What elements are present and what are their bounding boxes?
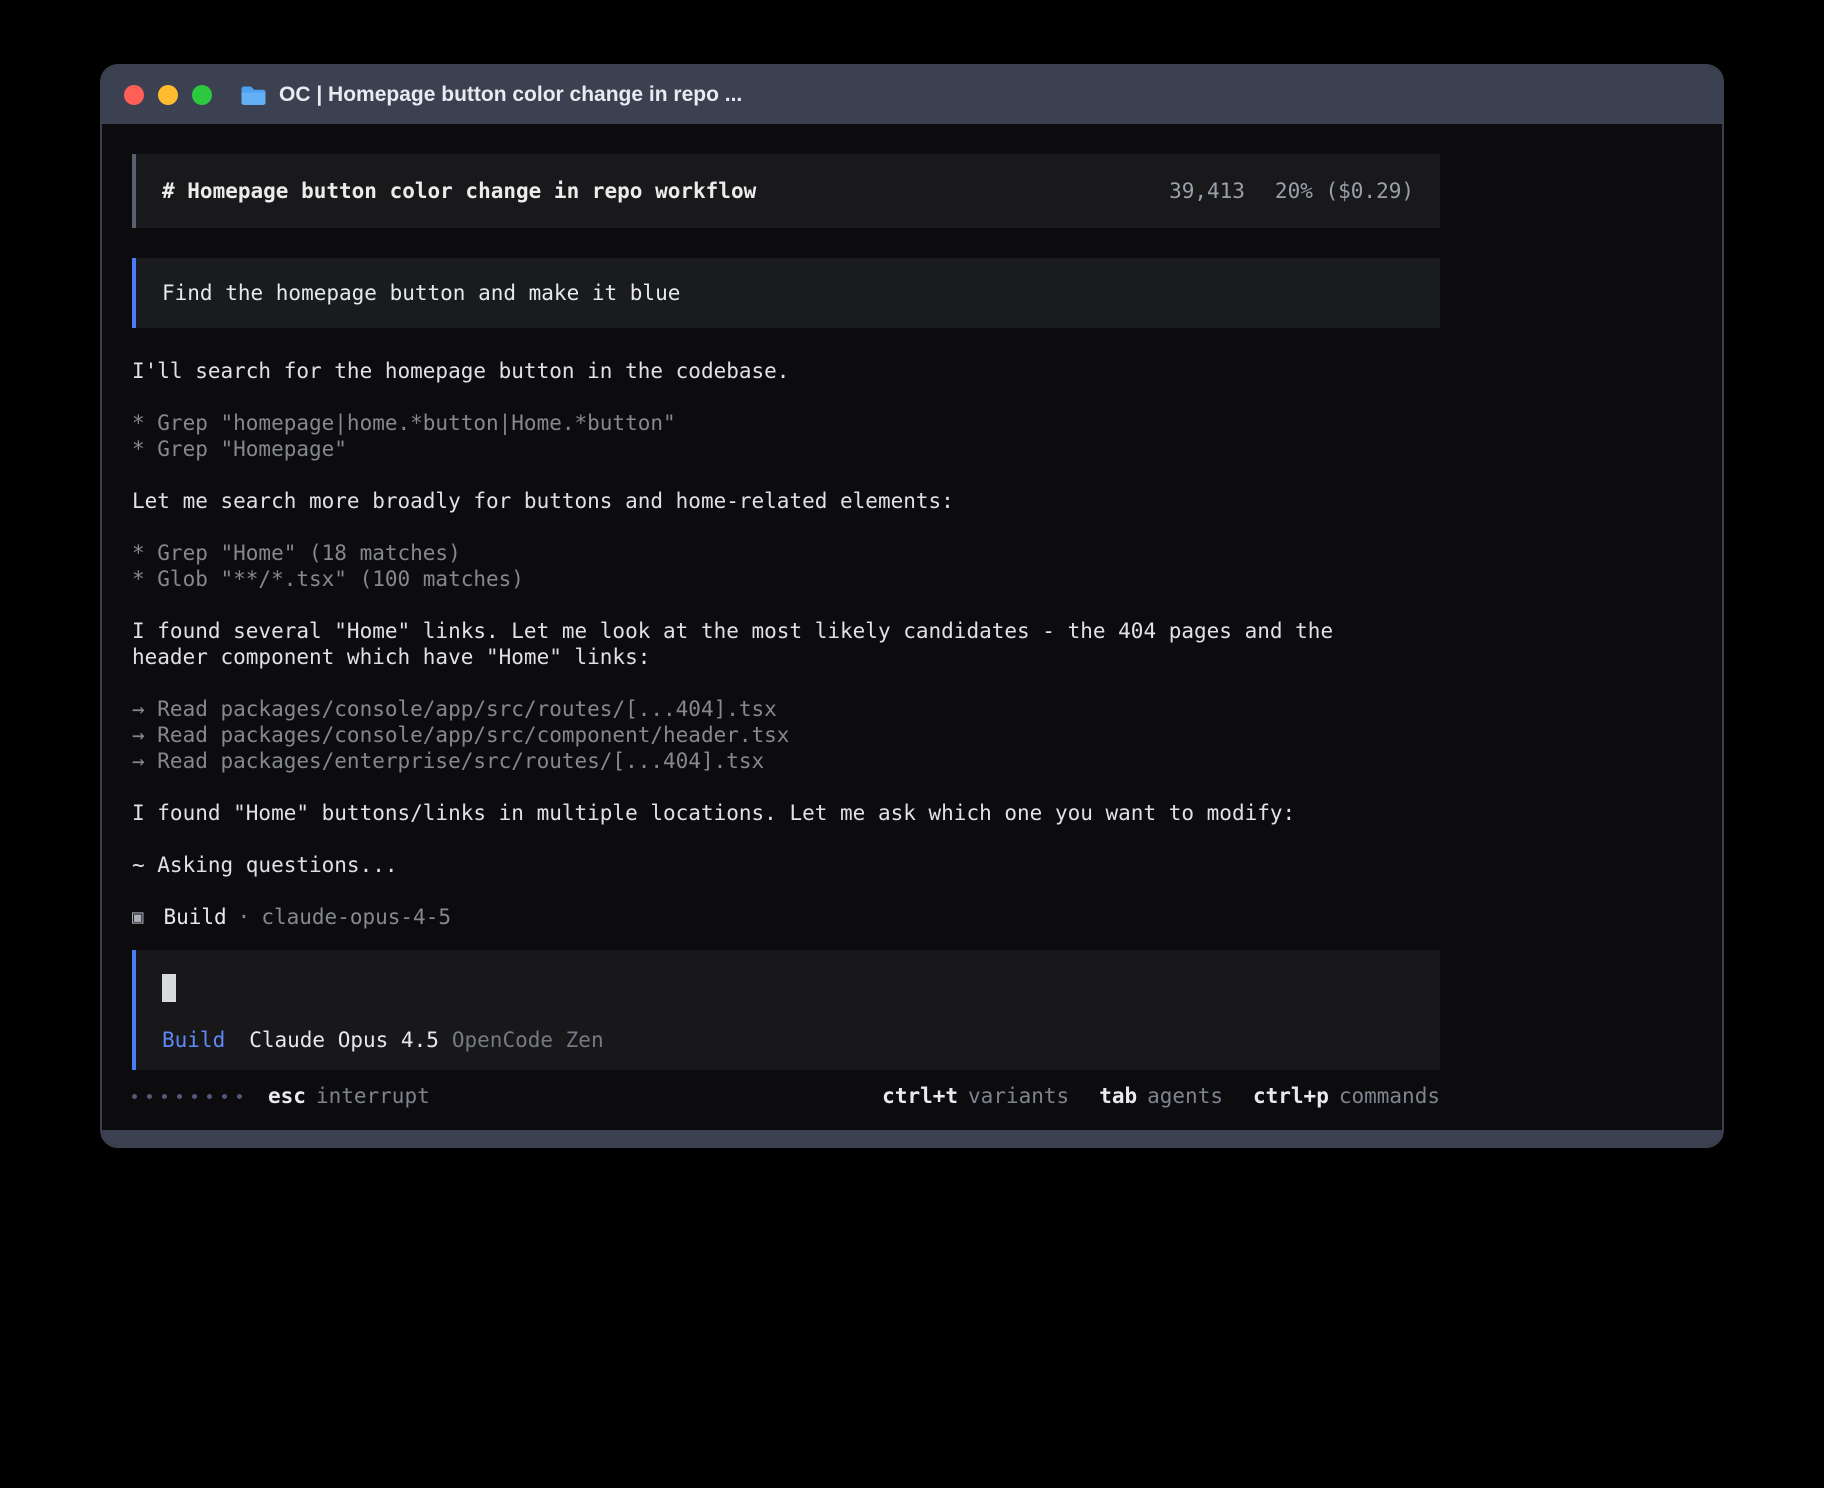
session-header: # Homepage button color change in repo w… xyxy=(132,154,1440,228)
window-title: OC | Homepage button color change in rep… xyxy=(279,83,742,107)
transcript-line xyxy=(132,384,1440,410)
interrupt-label: interrupt xyxy=(316,1084,430,1108)
agent-square-icon: ▣ xyxy=(132,906,143,928)
terminal-window: OC | Homepage button color change in rep… xyxy=(100,64,1724,1148)
provider-label: OpenCode Zen xyxy=(452,1028,604,1052)
footer-left: esc interrupt xyxy=(132,1084,430,1108)
transcript-line: * Grep "homepage|home.*button|Home.*butt… xyxy=(132,410,1440,436)
transcript-line xyxy=(132,826,1440,852)
shortcut-commands[interactable]: ctrl+p commands xyxy=(1253,1084,1440,1108)
context-usage: 20% ($0.29) xyxy=(1275,179,1414,203)
interrupt-key: esc xyxy=(268,1084,306,1108)
window-title-group: OC | Homepage button color change in rep… xyxy=(240,83,742,107)
agent-model: claude-opus-4-5 xyxy=(261,905,451,929)
close-button[interactable] xyxy=(124,85,144,105)
transcript-line xyxy=(132,670,1440,696)
transcript-line xyxy=(132,462,1440,488)
transcript-line: ~ Asking questions... xyxy=(132,852,1440,878)
user-message-text: Find the homepage button and make it blu… xyxy=(162,281,680,305)
agent-separator: · xyxy=(238,905,251,929)
zoom-button[interactable] xyxy=(192,85,212,105)
transcript-line: I found several "Home" links. Let me loo… xyxy=(132,618,1440,644)
shortcut-key: ctrl+t xyxy=(882,1084,958,1108)
transcript-line: → Read packages/enterprise/src/routes/[.… xyxy=(132,748,1440,774)
text-cursor xyxy=(162,974,176,1002)
agent-status-row: ▣ Build · claude-opus-4-5 xyxy=(132,904,1440,930)
footer-shortcuts: ctrl+t variants tab agents ctrl+p comman… xyxy=(882,1084,1440,1108)
transcript-line: → Read packages/console/app/src/componen… xyxy=(132,722,1440,748)
shortcut-key: tab xyxy=(1099,1084,1137,1108)
agent-name: Build xyxy=(163,905,226,929)
transcript-line: I found "Home" buttons/links in multiple… xyxy=(132,800,1440,826)
input-status-row: Build Claude Opus 4.5 OpenCode Zen xyxy=(162,1028,1414,1052)
prompt-input[interactable]: Build Claude Opus 4.5 OpenCode Zen xyxy=(132,950,1440,1070)
token-count: 39,413 xyxy=(1169,179,1245,203)
status-footer: esc interrupt ctrl+t variants tab agents… xyxy=(132,1084,1440,1108)
spinner-dots-icon xyxy=(132,1094,242,1099)
transcript-line: → Read packages/console/app/src/routes/[… xyxy=(132,696,1440,722)
model-label[interactable]: Claude Opus 4.5 xyxy=(249,1028,439,1052)
user-message: Find the homepage button and make it blu… xyxy=(132,258,1440,328)
transcript-line xyxy=(132,592,1440,618)
interrupt-hint[interactable]: esc interrupt xyxy=(268,1084,430,1108)
transcript-line: * Glob "**/*.tsx" (100 matches) xyxy=(132,566,1440,592)
mode-label[interactable]: Build xyxy=(162,1028,225,1052)
shortcut-agents[interactable]: tab agents xyxy=(1099,1084,1223,1108)
session-title: # Homepage button color change in repo w… xyxy=(162,179,756,203)
transcript-line xyxy=(132,774,1440,800)
traffic-lights xyxy=(124,85,212,105)
shortcut-label: agents xyxy=(1147,1084,1223,1108)
terminal-body: # Homepage button color change in repo w… xyxy=(102,124,1722,1130)
transcript-line: * Grep "Home" (18 matches) xyxy=(132,540,1440,566)
session-stats: 39,413 20% ($0.29) xyxy=(1169,179,1414,203)
transcript-line: * Grep "Homepage" xyxy=(132,436,1440,462)
window-titlebar: OC | Homepage button color change in rep… xyxy=(102,66,1722,124)
transcript: I'll search for the homepage button in t… xyxy=(132,358,1440,878)
minimize-button[interactable] xyxy=(158,85,178,105)
transcript-line xyxy=(132,514,1440,540)
window-bottom-edge xyxy=(102,1130,1722,1146)
shortcut-key: ctrl+p xyxy=(1253,1084,1329,1108)
shortcut-label: commands xyxy=(1339,1084,1440,1108)
transcript-line: Let me search more broadly for buttons a… xyxy=(132,488,1440,514)
transcript-line: header component which have "Home" links… xyxy=(132,644,1440,670)
shortcut-variants[interactable]: ctrl+t variants xyxy=(882,1084,1069,1108)
transcript-line: I'll search for the homepage button in t… xyxy=(132,358,1440,384)
folder-icon xyxy=(240,85,267,106)
shortcut-label: variants xyxy=(968,1084,1069,1108)
